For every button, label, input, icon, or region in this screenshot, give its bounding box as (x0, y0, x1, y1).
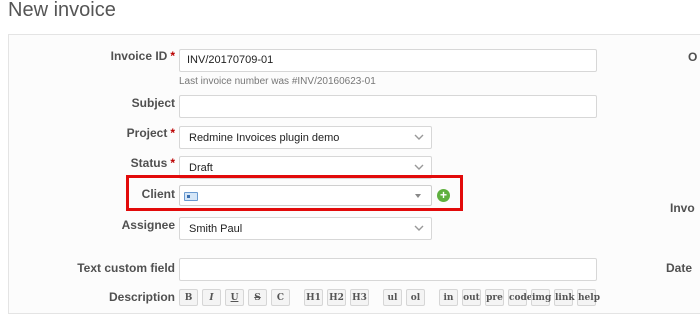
code-block-button[interactable]: code (508, 289, 533, 306)
project-select[interactable]: Redmine Invoices plugin demo (179, 126, 432, 149)
subject-label: Subject (131, 96, 175, 110)
text-custom-field-input[interactable] (179, 258, 597, 281)
outdent-button[interactable]: out (462, 289, 481, 306)
chevron-down-icon (414, 225, 424, 231)
right-column-label-mid: Invo (670, 201, 695, 215)
invoice-id-input[interactable]: INV/20170709-01 (179, 49, 597, 72)
project-label: Project * (126, 126, 175, 140)
heading2-button[interactable]: H2 (327, 289, 346, 306)
heading3-button[interactable]: H3 (350, 289, 369, 306)
required-mark: * (170, 126, 175, 140)
required-mark: * (170, 156, 175, 170)
description-toolbar: B I U S C H1 H2 H3 ul ol in out pre code… (179, 289, 600, 307)
indent-button[interactable]: in (439, 289, 458, 306)
required-mark: * (170, 49, 175, 63)
dropdown-arrow-icon (415, 194, 421, 198)
underline-button[interactable]: U (225, 289, 244, 306)
invoice-id-hint: Last invoice number was #INV/20160623-01 (179, 76, 376, 87)
unordered-list-button[interactable]: ul (383, 289, 402, 306)
page-title: New invoice (8, 0, 116, 21)
contact-card-icon (184, 192, 198, 201)
assignee-label: Assignee (121, 218, 175, 232)
code-inline-button[interactable]: C (271, 289, 290, 306)
text-custom-field-label: Text custom field (77, 261, 175, 275)
ordered-list-button[interactable]: ol (406, 289, 425, 306)
help-button[interactable]: help (577, 289, 600, 306)
chevron-down-icon (414, 134, 424, 140)
client-select[interactable] (179, 185, 432, 206)
right-column-label-top: O (688, 50, 698, 64)
preformatted-button[interactable]: pre (485, 289, 504, 306)
image-button[interactable]: img (531, 289, 551, 306)
italic-button[interactable]: I (202, 289, 221, 306)
chevron-down-icon (414, 164, 424, 170)
add-client-icon[interactable]: + (437, 189, 450, 202)
client-label: Client (141, 187, 175, 201)
bold-button[interactable]: B (179, 289, 198, 306)
status-label: Status * (130, 156, 175, 170)
right-column-label-bottom: Date (666, 261, 693, 275)
assignee-select[interactable]: Smith Paul (179, 217, 432, 240)
subject-input[interactable] (179, 95, 597, 118)
invoice-id-label: Invoice ID * (110, 49, 175, 63)
strikethrough-button[interactable]: S (248, 289, 267, 306)
link-button[interactable]: link (554, 289, 575, 306)
heading1-button[interactable]: H1 (304, 289, 323, 306)
